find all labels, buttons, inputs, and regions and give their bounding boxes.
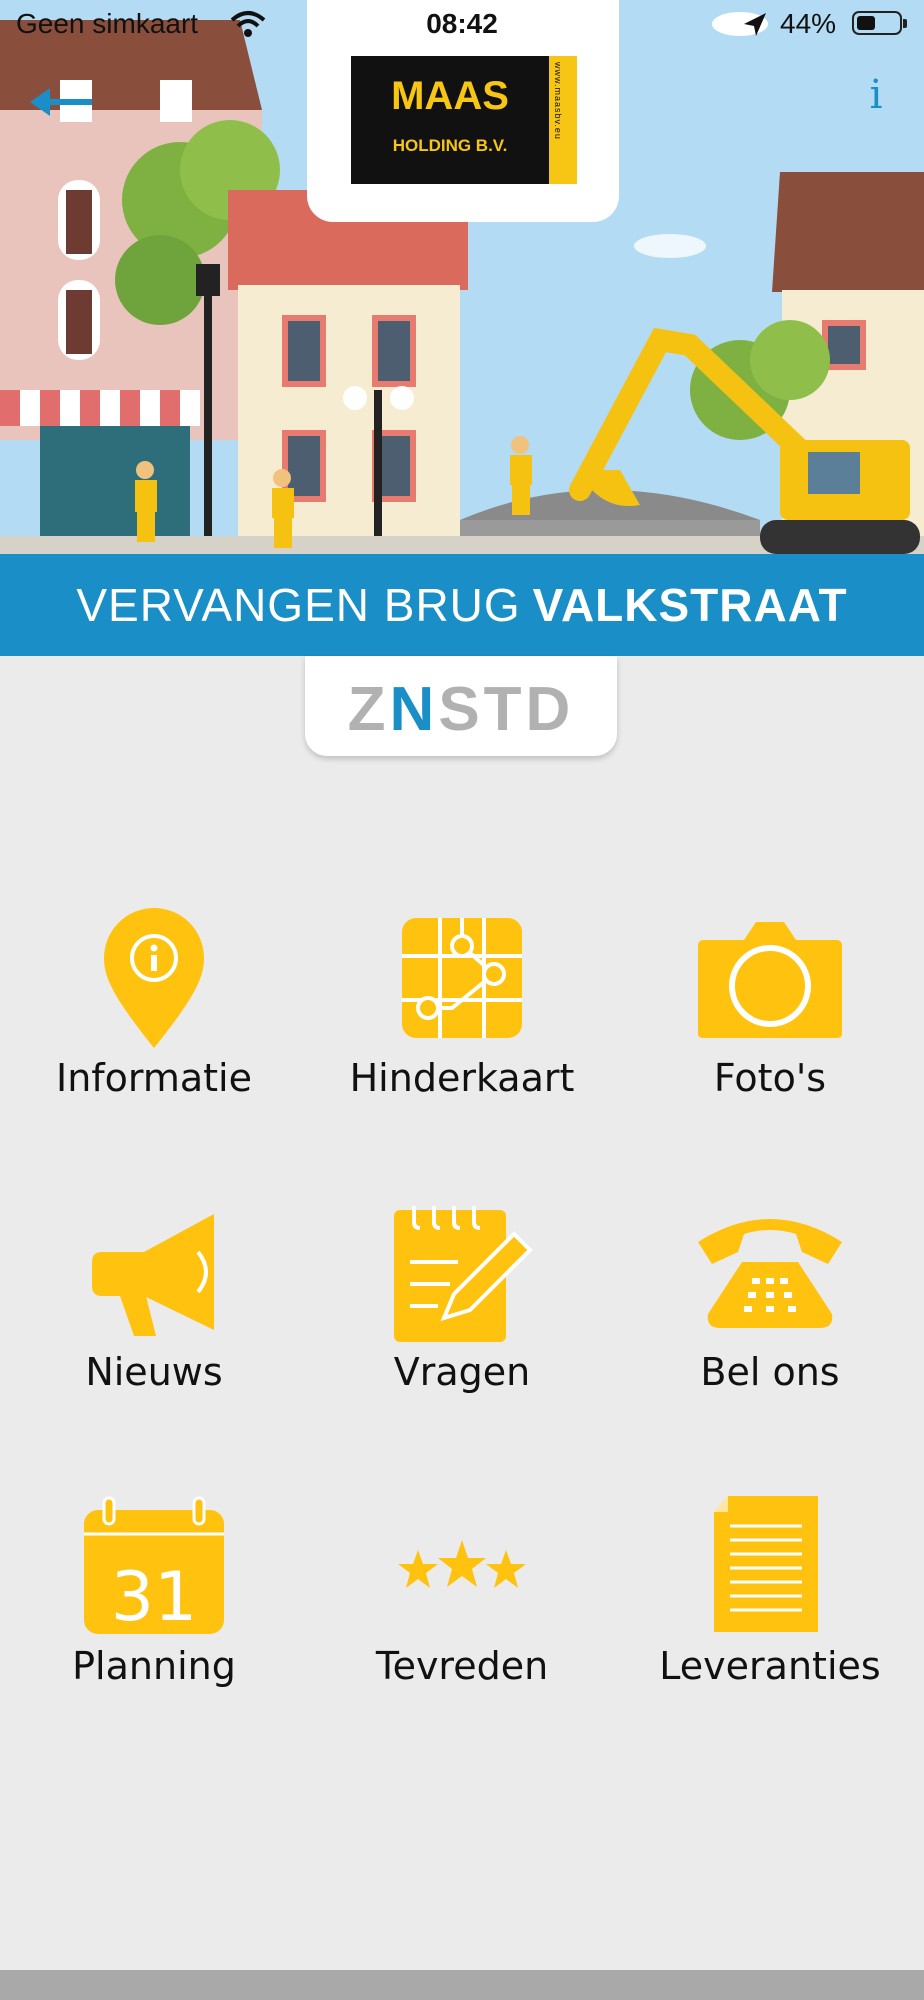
company-logo: MAAS HOLDING B.V. www.maasbv.eu: [351, 56, 577, 184]
camera-icon: [698, 922, 842, 1038]
menu-item-hinderkaart[interactable]: Hinderkaart: [322, 908, 602, 1138]
location-info-icon: [104, 908, 204, 1048]
calendar-icon: 31: [84, 1496, 224, 1636]
menu-item-tevreden[interactable]: Tevreden: [322, 1496, 602, 1726]
sponsor-logo: ZNSTD: [305, 674, 617, 745]
telephone-icon: [698, 1219, 842, 1328]
calendar-day: 31: [111, 1558, 198, 1636]
project-title-light: VERVANGEN BRUG: [76, 579, 521, 631]
project-title-banner: VERVANGEN BRUG VALKSTRAAT: [0, 554, 924, 656]
sponsor-logo-part: Z: [347, 675, 390, 744]
menu-item-label: Vragen: [393, 1350, 531, 1394]
menu-item-label: Nieuws: [85, 1350, 223, 1394]
document-icon: [714, 1496, 818, 1632]
menu-item-informatie[interactable]: Informatie: [14, 908, 294, 1138]
menu-item-label: Leveranties: [659, 1644, 881, 1688]
battery-icon: [852, 11, 907, 35]
menu-item-nieuws[interactable]: Nieuws: [14, 1202, 294, 1432]
logo-stripe: www.maasbv.eu: [549, 56, 577, 184]
sponsor-logo-accent: N: [389, 675, 439, 744]
menu-item-leveranties[interactable]: Leveranties: [630, 1496, 910, 1726]
location-arrow-icon: [744, 13, 766, 36]
status-bar: Geen simkaart 08:42 44%: [0, 0, 924, 48]
menu-item-fotos[interactable]: Foto's: [630, 908, 910, 1138]
sponsor-logo-part: STD: [438, 675, 575, 744]
logo-website: www.maasbv.eu: [553, 62, 563, 140]
map-icon: [402, 918, 522, 1038]
sponsor-logo-card: ZNSTD: [305, 656, 617, 756]
menu-item-vragen[interactable]: Vragen: [322, 1202, 602, 1432]
bottom-bar: [0, 1970, 924, 2000]
menu-item-label: Planning: [72, 1644, 236, 1688]
menu-item-label: Informatie: [55, 1056, 252, 1100]
battery-percentage: 44%: [780, 8, 837, 39]
menu-item-label: Foto's: [713, 1056, 827, 1100]
back-arrow-icon[interactable]: [28, 82, 98, 122]
megaphone-icon: [92, 1214, 214, 1336]
info-button[interactable]: i: [856, 72, 896, 132]
menu-item-planning[interactable]: 31 Planning: [14, 1496, 294, 1726]
logo-name: MAAS: [391, 74, 509, 118]
menu-item-label: Bel ons: [700, 1350, 840, 1394]
three-stars-icon: [398, 1540, 526, 1588]
logo-subtitle: HOLDING B.V.: [392, 136, 508, 155]
project-title-bold: VALKSTRAAT: [532, 579, 848, 631]
menu-item-bel-ons[interactable]: Bel ons: [630, 1202, 910, 1432]
menu-item-label: Hinderkaart: [349, 1056, 575, 1100]
notepad-pencil-icon: [394, 1206, 533, 1342]
menu-item-label: Tevreden: [375, 1644, 549, 1688]
